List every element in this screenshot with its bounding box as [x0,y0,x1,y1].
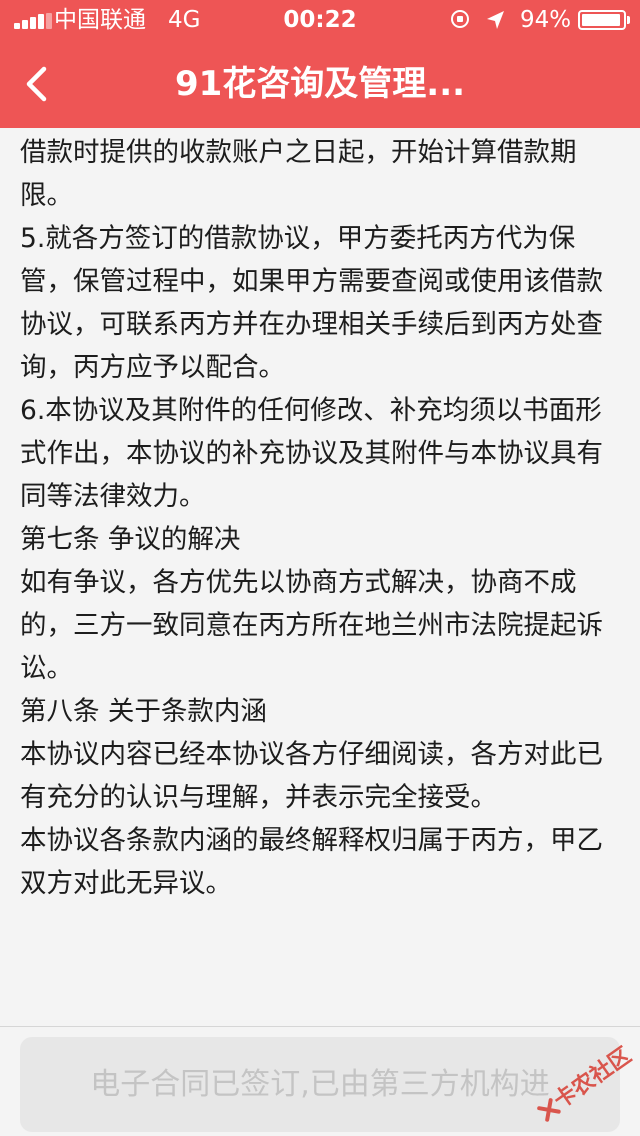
contract-paragraph: 如有争议，各方优先以协商方式解决，协商不成的，三方一致同意在丙方所在地兰州市法院… [20,567,603,684]
contract-text: 借款时提供的收款账户之日起，开始计算借款期限。 5.就各方签订的借款协议，甲方委托… [0,128,640,905]
battery-percentage: 94% [520,7,572,33]
contract-paragraph: 6.本协议及其附件的任何修改、补充均须以书面形式作出，本协议的补充协议及其附件与… [20,395,603,512]
battery-tip [627,16,630,24]
battery-icon [578,10,626,30]
lock-rotation-icon [451,10,469,28]
battery-level-fill [582,14,620,26]
back-chevron-icon [26,66,47,102]
status-bar: 中国联通 4G 00:22 94% [0,0,640,40]
contract-signed-button[interactable]: 电子合同已签订,已由第三方机构进 [20,1037,620,1132]
contract-paragraph: 借款时提供的收款账户之日起，开始计算借款期限。 [20,137,577,211]
contract-content[interactable]: 借款时提供的收款账户之日起，开始计算借款期限。 5.就各方签订的借款协议，甲方委托… [0,128,640,1026]
contract-paragraph: 第八条 关于条款内涵 [20,696,267,727]
contract-paragraph: 第七条 争议的解决 [20,524,241,555]
app-header: 中国联通 4G 00:22 94% 91花咨询及管理... [0,0,640,128]
contract-screen: 中国联通 4G 00:22 94% 91花咨询及管理... 借款时提供的收款账户… [0,0,640,1136]
page-title: 91花咨询及管理... [174,64,466,104]
location-arrow-icon [487,11,504,29]
contract-paragraph: 5.就各方签订的借款协议，甲方委托丙方代为保管，保管过程中，如果甲方需要查阅或使… [20,223,603,383]
navigation-bar: 91花咨询及管理... [0,40,640,128]
contract-paragraph: 本协议各条款内涵的最终解释权归属于丙方，甲乙双方对此无异议。 [20,825,603,899]
back-button[interactable] [8,54,68,114]
contract-paragraph: 本协议内容已经本协议各方仔细阅读，各方对此已有充分的认识与理解，并表示完全接受。 [20,739,603,813]
